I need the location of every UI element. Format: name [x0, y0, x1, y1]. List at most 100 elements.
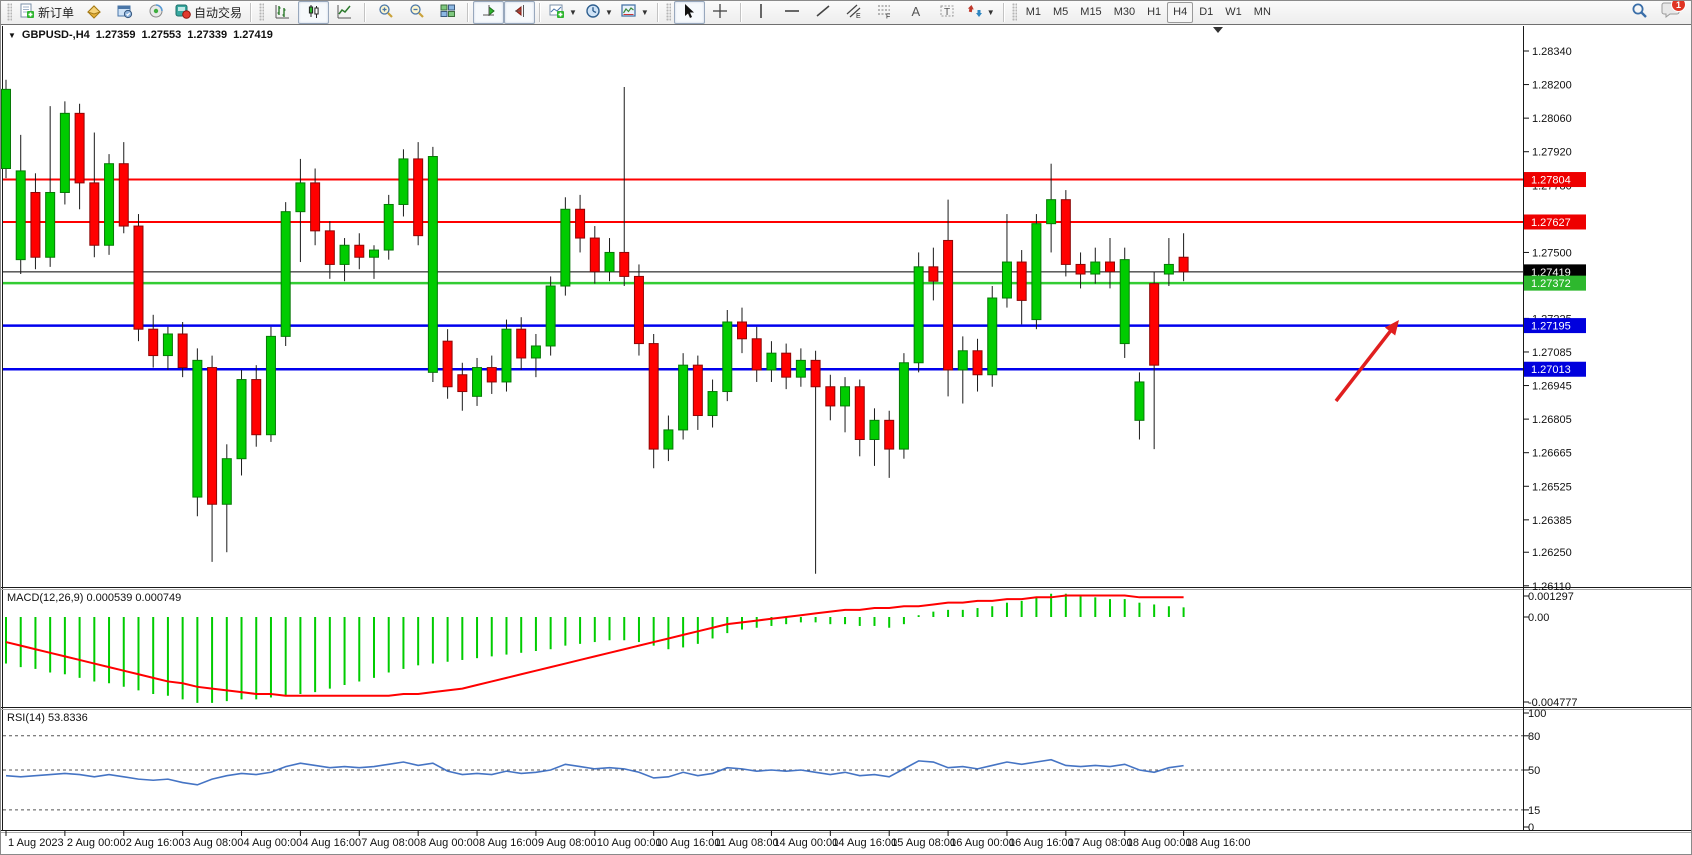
templates-button[interactable]: ▼	[617, 1, 653, 24]
svg-text:2 Aug 16:00: 2 Aug 16:00	[126, 837, 185, 849]
svg-text:14 Aug 16:00: 14 Aug 16:00	[832, 837, 897, 849]
svg-text:1.27804: 1.27804	[1531, 175, 1571, 187]
text-tool-button[interactable]: A	[901, 1, 932, 24]
data-window-button[interactable]	[109, 1, 140, 24]
chart-shift-icon	[512, 3, 528, 22]
svg-text:1.26805: 1.26805	[1532, 414, 1572, 426]
search-button[interactable]	[1624, 1, 1655, 24]
arrows-icon	[967, 3, 983, 22]
timeframe-mn-button[interactable]: MN	[1248, 2, 1277, 23]
svg-text:3 Aug 08:00: 3 Aug 08:00	[185, 837, 244, 849]
horizontal-line-tool-button[interactable]	[777, 1, 808, 24]
toolbar-grip[interactable]	[7, 3, 12, 21]
timeframe-h4-button[interactable]: H4	[1167, 2, 1193, 23]
svg-text:80: 80	[1528, 731, 1540, 743]
zoom-in-icon	[378, 3, 394, 22]
chevron-down-icon: ▼	[641, 8, 649, 17]
fibonacci-tool-button[interactable]: F	[870, 1, 901, 24]
macd-indicator-label: MACD(12,26,9) 0.000539 0.000749	[7, 592, 181, 604]
svg-text:1.28340: 1.28340	[1532, 46, 1572, 58]
svg-text:1.27372: 1.27372	[1531, 278, 1571, 290]
trendline-tool-button[interactable]	[808, 1, 839, 24]
templates-icon	[621, 3, 637, 22]
new-order-button[interactable]: 新订单	[15, 1, 78, 24]
svg-text:16 Aug 00:00: 16 Aug 00:00	[950, 837, 1015, 849]
market-watch-button[interactable]	[78, 1, 109, 24]
svg-text:1.26525: 1.26525	[1532, 481, 1572, 493]
indicators-button[interactable]: ▼	[545, 1, 581, 24]
toolbar-separator	[539, 3, 541, 22]
svg-text:8 Aug 00:00: 8 Aug 00:00	[420, 837, 479, 849]
zoom-out-icon	[409, 3, 425, 22]
svg-text:9 Aug 08:00: 9 Aug 08:00	[538, 837, 597, 849]
svg-text:F: F	[886, 13, 890, 19]
auto-scroll-button[interactable]	[473, 1, 504, 24]
horizontal-line-icon	[784, 3, 800, 22]
crosshair-tool-button[interactable]	[705, 1, 736, 24]
toolbar-separator	[1003, 3, 1005, 22]
chevron-down-icon: ▼	[605, 8, 613, 17]
open-value: 1.27359	[96, 29, 136, 41]
timeframe-h1-button[interactable]: H1	[1141, 2, 1167, 23]
toolbar-separator	[250, 3, 252, 22]
periods-button[interactable]: ▼	[581, 1, 617, 24]
svg-text:10 Aug 16:00: 10 Aug 16:00	[656, 837, 721, 849]
toolbar-grip[interactable]	[259, 3, 264, 21]
toolbar-grip[interactable]	[666, 3, 671, 21]
text-label-tool-button[interactable]: T	[932, 1, 963, 24]
svg-text:E: E	[856, 13, 861, 19]
notification-badge: 1	[1671, 0, 1686, 12]
bar-chart-icon	[275, 3, 291, 22]
svg-text:1.28200: 1.28200	[1532, 80, 1572, 92]
line-chart-button[interactable]	[329, 1, 360, 24]
svg-text:10 Aug 00:00: 10 Aug 00:00	[597, 837, 662, 849]
auto-trading-button[interactable]: 自动交易	[171, 1, 246, 24]
auto-scroll-icon	[481, 3, 497, 22]
navigator-icon	[148, 3, 164, 22]
toolbar-grip[interactable]	[1012, 3, 1017, 21]
main-toolbar: 新订单 自动交易	[0, 0, 1692, 25]
svg-text:1.27500: 1.27500	[1532, 247, 1572, 259]
close-value: 1.27419	[233, 29, 273, 41]
high-value: 1.27553	[142, 29, 182, 41]
vertical-line-icon	[753, 3, 769, 22]
line-chart-icon	[337, 3, 353, 22]
svg-text:16 Aug 16:00: 16 Aug 16:00	[1009, 837, 1074, 849]
symbol-period-label: GBPUSD-,H4	[22, 29, 90, 41]
svg-text:15 Aug 08:00: 15 Aug 08:00	[891, 837, 956, 849]
tile-windows-button[interactable]	[432, 1, 463, 24]
svg-text:17 Aug 08:00: 17 Aug 08:00	[1068, 837, 1133, 849]
svg-text:A: A	[912, 4, 921, 19]
terminal-icon	[175, 3, 191, 22]
svg-text:1 Aug 2023: 1 Aug 2023	[8, 837, 64, 849]
chart-area[interactable]: 1.283401.282001.280601.279201.277801.276…	[0, 25, 1692, 855]
timeframe-m15-button[interactable]: M15	[1074, 2, 1107, 23]
timeframe-m5-button[interactable]: M5	[1047, 2, 1074, 23]
svg-text:T: T	[944, 7, 950, 18]
navigator-button[interactable]	[140, 1, 171, 24]
candlestick-chart-button[interactable]	[298, 1, 329, 24]
new-order-label: 新订单	[38, 4, 74, 21]
arrows-tool-button[interactable]: ▼	[963, 1, 999, 24]
equidistant-channel-tool-button[interactable]: E	[839, 1, 870, 24]
vertical-line-tool-button[interactable]	[746, 1, 777, 24]
svg-text:50: 50	[1528, 765, 1540, 777]
chevron-down-icon: ▼	[569, 8, 577, 17]
chart-shift-button[interactable]	[504, 1, 535, 24]
text-label-icon: T	[939, 3, 955, 22]
chat-button[interactable]: 1	[1661, 1, 1680, 23]
text-icon: A	[908, 3, 924, 22]
svg-text:0.00: 0.00	[1528, 612, 1549, 624]
timeframe-m1-button[interactable]: M1	[1020, 2, 1047, 23]
zoom-out-button[interactable]	[401, 1, 432, 24]
search-icon	[1631, 2, 1648, 22]
svg-text:18 Aug 00:00: 18 Aug 00:00	[1127, 837, 1192, 849]
timeframe-w1-button[interactable]: W1	[1219, 2, 1248, 23]
timeframe-m30-button[interactable]: M30	[1108, 2, 1141, 23]
cursor-tool-button[interactable]	[674, 1, 705, 24]
timeframe-d1-button[interactable]: D1	[1193, 2, 1219, 23]
bar-chart-button[interactable]	[267, 1, 298, 24]
collapse-triangle-icon[interactable]: ▼	[8, 31, 16, 40]
zoom-in-button[interactable]	[370, 1, 401, 24]
svg-text:15: 15	[1528, 805, 1540, 817]
